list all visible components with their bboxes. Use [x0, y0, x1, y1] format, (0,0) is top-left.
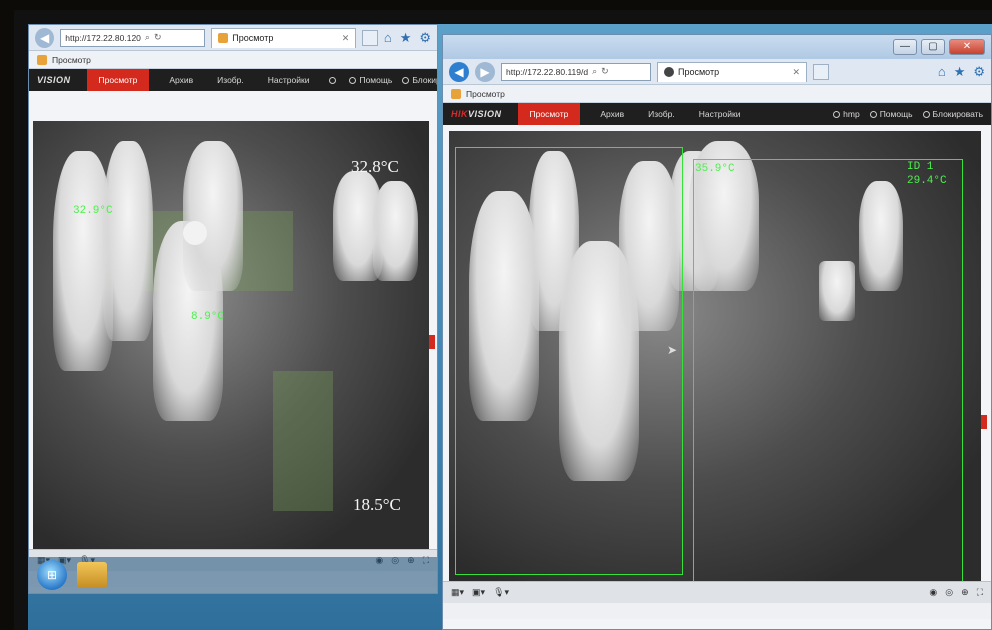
thermal-video-feed[interactable]: 32.9°C 8.9°C 32.8°C 18.5°C: [33, 121, 429, 549]
browser-window-left[interactable]: ◀ http://172.22.80.120 ⌕ ↻ Просмотр ✕ ⌂ …: [28, 24, 438, 594]
home-icon[interactable]: ⌂: [938, 64, 946, 80]
person-silhouette: [183, 141, 243, 291]
floor-highlight: [273, 371, 333, 511]
brand-logo: VISION: [37, 75, 71, 85]
video-toolbar: ▦▾ ▣▾ 🎙▾ ◉ ◎ ⊕ ⛶: [443, 581, 991, 603]
temp-reading-green: 8.9°C: [191, 311, 225, 323]
user-menu[interactable]: hmp: [833, 109, 860, 119]
favorite-icon: [451, 88, 461, 99]
address-text: http://172.22.80.119/d: [506, 66, 589, 77]
logout-link[interactable]: Блокировать: [922, 109, 983, 119]
fullscreen-icon[interactable]: ⛶: [977, 587, 983, 598]
address-text: http://172.22.80.120: [65, 32, 141, 43]
menu-image[interactable]: Изобр.: [644, 103, 679, 125]
user-icon: [833, 110, 841, 118]
app-navbar: VISION Просмотр Архив Изобр. Настройки П…: [29, 69, 437, 91]
close-tab-icon[interactable]: ✕: [792, 67, 800, 78]
help-icon: [349, 76, 357, 84]
close-icon[interactable]: ✕: [949, 39, 985, 55]
roi-temp-reading: 29.4°C: [907, 175, 947, 187]
maximize-icon[interactable]: ▢: [921, 39, 945, 55]
back-icon[interactable]: ◀: [449, 61, 469, 82]
menu-archive[interactable]: Архив: [596, 103, 628, 125]
browser-tab[interactable]: Просмотр ✕: [211, 27, 357, 48]
brand-logo: HIKVISION: [451, 109, 502, 119]
browser-navbar: ◀ http://172.22.80.120 ⌕ ↻ Просмотр ✕ ⌂ …: [29, 25, 437, 51]
tab-title: Просмотр: [678, 67, 720, 77]
mouse-cursor-icon: ➤: [667, 343, 678, 357]
menu-archive[interactable]: Архив: [165, 69, 197, 91]
gear-icon[interactable]: ⚙: [973, 64, 985, 80]
head-hotspot: [183, 221, 207, 245]
person-silhouette: [373, 181, 418, 281]
browser-navbar: ◀ ▶ http://172.22.80.119/d ⌕ ↻ Просмотр …: [443, 59, 991, 85]
detection-roi-left: [455, 147, 683, 575]
app-navbar: HIKVISION Просмотр Архив Изобр. Настройк…: [443, 103, 991, 125]
refresh-icon[interactable]: ↻: [601, 66, 609, 77]
favorites-bar: Просмотр: [29, 51, 437, 69]
person-silhouette: [103, 141, 153, 341]
star-icon[interactable]: ★: [400, 30, 412, 46]
favorite-item[interactable]: Просмотр: [52, 55, 91, 65]
menu-live-view[interactable]: Просмотр: [517, 103, 581, 125]
explorer-taskbar-icon[interactable]: [77, 562, 107, 588]
record-icon[interactable]: ◎: [945, 587, 953, 598]
back-icon[interactable]: ◀: [35, 27, 55, 48]
tab-favicon-icon: [664, 67, 674, 77]
thermal-video-feed[interactable]: 35.9°C ID 1 29.4°C ➤: [449, 131, 981, 581]
logout-icon: [402, 76, 410, 84]
temp-reading-white: 18.5°C: [353, 495, 401, 514]
menu-live-view[interactable]: Просмотр: [86, 69, 150, 91]
detection-roi-right: [693, 159, 963, 581]
menu-image[interactable]: Изобр.: [213, 69, 248, 91]
microphone-icon[interactable]: 🎙▾: [493, 587, 509, 598]
user-icon: [329, 76, 337, 84]
help-link[interactable]: Помощь: [869, 109, 913, 119]
zoom-icon[interactable]: ⊕: [961, 587, 969, 598]
panel-collapse-handle[interactable]: [981, 415, 987, 429]
stream-select-icon[interactable]: ▣▾: [472, 587, 485, 598]
close-tab-icon[interactable]: ✕: [342, 33, 350, 44]
start-button[interactable]: ⊞: [37, 560, 67, 590]
menu-settings[interactable]: Настройки: [264, 69, 314, 91]
menu-settings[interactable]: Настройки: [695, 103, 745, 125]
window-titlebar: — ▢ ✕: [443, 35, 991, 59]
browser-window-right[interactable]: — ▢ ✕ ◀ ▶ http://172.22.80.119/d ⌕ ↻ Про…: [442, 34, 992, 630]
tab-title: Просмотр: [232, 33, 274, 43]
favorite-item[interactable]: Просмотр: [466, 89, 505, 99]
desktop: ◀ http://172.22.80.120 ⌕ ↻ Просмотр ✕ ⌂ …: [28, 24, 992, 630]
grid-layout-icon[interactable]: ▦▾: [451, 587, 464, 598]
footer-copyright: [443, 603, 991, 619]
new-tab-button[interactable]: [362, 29, 378, 46]
home-icon[interactable]: ⌂: [384, 30, 392, 46]
favorite-icon: [37, 54, 47, 65]
tab-favicon-icon: [218, 33, 229, 43]
address-bar[interactable]: http://172.22.80.120 ⌕ ↻: [60, 28, 206, 47]
windows-taskbar: ⊞: [29, 557, 437, 593]
panel-collapse-handle[interactable]: [429, 335, 435, 349]
logout-icon: [922, 110, 930, 118]
refresh-icon[interactable]: ↻: [154, 32, 162, 43]
gear-icon[interactable]: ⚙: [419, 30, 431, 46]
minimize-icon[interactable]: —: [893, 39, 917, 55]
search-icon[interactable]: ⌕: [145, 32, 150, 43]
roi-temp-reading: 35.9°C: [695, 163, 735, 175]
capture-icon[interactable]: ◉: [929, 587, 937, 598]
favorites-bar: Просмотр: [443, 85, 991, 103]
address-bar[interactable]: http://172.22.80.119/d ⌕ ↻: [501, 62, 651, 81]
roi-id-label: ID 1: [907, 161, 934, 173]
star-icon[interactable]: ★: [954, 64, 966, 80]
new-tab-button[interactable]: [813, 63, 829, 80]
search-icon[interactable]: ⌕: [592, 66, 597, 77]
browser-tab[interactable]: Просмотр ✕: [657, 61, 807, 82]
logout-link[interactable]: Блокировать: [402, 75, 437, 85]
temp-reading-green: 32.9°C: [73, 205, 113, 217]
help-link[interactable]: Помощь: [349, 75, 392, 85]
temp-reading-white: 32.8°C: [351, 157, 399, 176]
forward-icon[interactable]: ▶: [475, 61, 495, 82]
help-icon: [869, 110, 877, 118]
user-menu[interactable]: [329, 75, 339, 85]
